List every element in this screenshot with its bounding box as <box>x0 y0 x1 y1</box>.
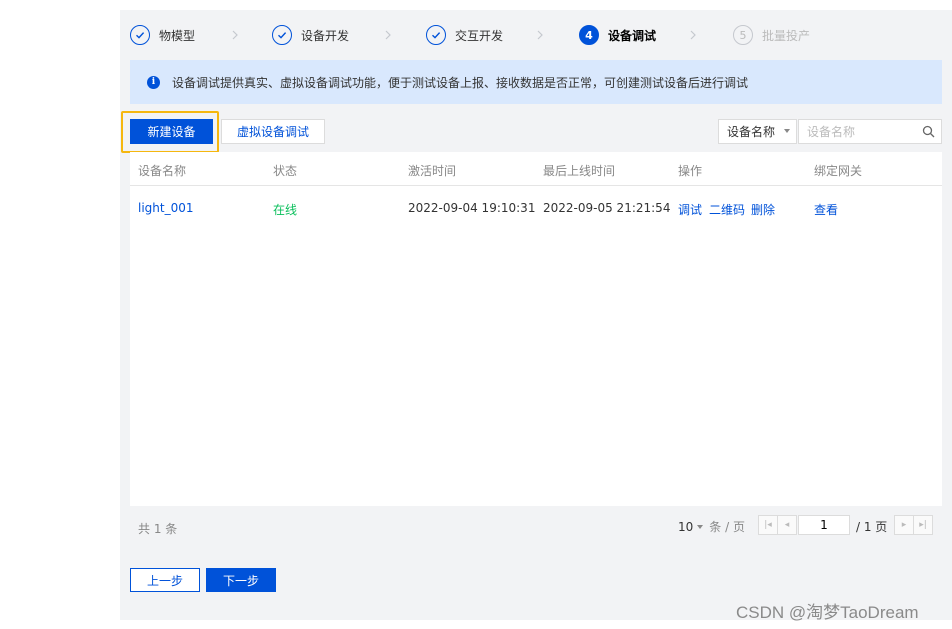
search-icon[interactable] <box>922 125 935 138</box>
step-interaction-dev[interactable]: 交互开发 <box>426 22 503 48</box>
next-page-icon[interactable]: ▸ <box>894 515 914 535</box>
step-label: 物模型 <box>159 28 196 43</box>
column-header: 最后上线时间 <box>543 164 616 178</box>
prev-page-icon[interactable]: ◂ <box>777 515 797 535</box>
prev-step-button[interactable]: 上一步 <box>130 568 200 592</box>
info-icon: i <box>147 75 160 89</box>
step-indicator: 物模型 设备开发 交互开发 4 设备调试 5 批量投产 <box>130 22 890 48</box>
qrcode-link[interactable]: 二维码 <box>709 201 745 218</box>
step-label: 设备调试 <box>608 28 657 43</box>
info-banner: i 设备调试提供真实、虚拟设备调试功能，便于测试设备上报、接收数据是否正常，可创… <box>130 60 942 104</box>
delete-link[interactable]: 删除 <box>751 201 775 218</box>
total-pages: / 1 页 <box>856 520 888 534</box>
table-row: light_001 在线 2022-09-04 19:10:31 2022-09… <box>130 187 942 229</box>
step-device-debug[interactable]: 4 设备调试 <box>579 22 656 48</box>
search-field-select[interactable]: 设备名称 <box>718 119 797 144</box>
page-number-input[interactable] <box>798 515 850 535</box>
step-number: 5 <box>733 25 753 45</box>
page-size-select[interactable]: 10 条 / 页 <box>678 518 745 535</box>
step-number: 4 <box>579 25 599 45</box>
watermark: CSDN @淘梦TaoDream <box>736 603 919 622</box>
new-device-button[interactable]: 新建设备 <box>130 119 213 144</box>
banner-text: 设备调试提供真实、虚拟设备调试功能，便于测试设备上报、接收数据是否正常，可创建测… <box>172 75 749 90</box>
chevron-right-icon <box>690 30 696 40</box>
step-mass-production[interactable]: 5 批量投产 <box>733 22 810 48</box>
view-gateway-link[interactable]: 查看 <box>814 201 838 218</box>
device-table: 设备名称 状态 激活时间 最后上线时间 操作 绑定网关 light_001 在线… <box>130 152 942 506</box>
column-header: 设备名称 <box>138 164 187 178</box>
step-label: 设备开发 <box>301 28 350 43</box>
column-header: 状态 <box>273 164 298 178</box>
caret-down-icon <box>697 524 704 529</box>
last-online-time: 2022-09-05 21:21:54 <box>543 201 671 215</box>
total-count: 共 1 条 <box>138 522 178 536</box>
search-input[interactable] <box>799 120 917 143</box>
last-page-icon[interactable]: ▸| <box>913 515 933 535</box>
column-header: 绑定网关 <box>814 164 863 178</box>
column-header: 激活时间 <box>408 164 457 178</box>
first-page-icon[interactable]: |◂ <box>758 515 778 535</box>
status-badge: 在线 <box>273 203 298 217</box>
column-header: 操作 <box>678 164 703 178</box>
step-label: 交互开发 <box>455 28 504 43</box>
activation-time: 2022-09-04 19:10:31 <box>408 201 536 215</box>
chevron-right-icon <box>232 30 238 40</box>
virtual-debug-button[interactable]: 虚拟设备调试 <box>221 119 325 144</box>
table-header: 设备名称 状态 激活时间 最后上线时间 操作 绑定网关 <box>130 152 942 186</box>
device-name-link[interactable]: light_001 <box>138 201 194 215</box>
step-label: 批量投产 <box>762 28 811 43</box>
check-icon <box>130 25 150 45</box>
step-thing-model[interactable]: 物模型 <box>130 22 195 48</box>
next-step-button[interactable]: 下一步 <box>206 568 276 592</box>
step-device-dev[interactable]: 设备开发 <box>272 22 349 48</box>
debug-link[interactable]: 调试 <box>678 201 702 218</box>
search-box <box>798 119 942 144</box>
check-icon <box>426 25 446 45</box>
chevron-right-icon <box>537 30 543 40</box>
page-size-unit: 条 / 页 <box>709 520 745 534</box>
caret-down-icon <box>784 129 790 133</box>
page-size-value: 10 <box>678 519 694 534</box>
chevron-right-icon <box>385 30 391 40</box>
check-icon <box>272 25 292 45</box>
select-value: 设备名称 <box>727 125 776 139</box>
